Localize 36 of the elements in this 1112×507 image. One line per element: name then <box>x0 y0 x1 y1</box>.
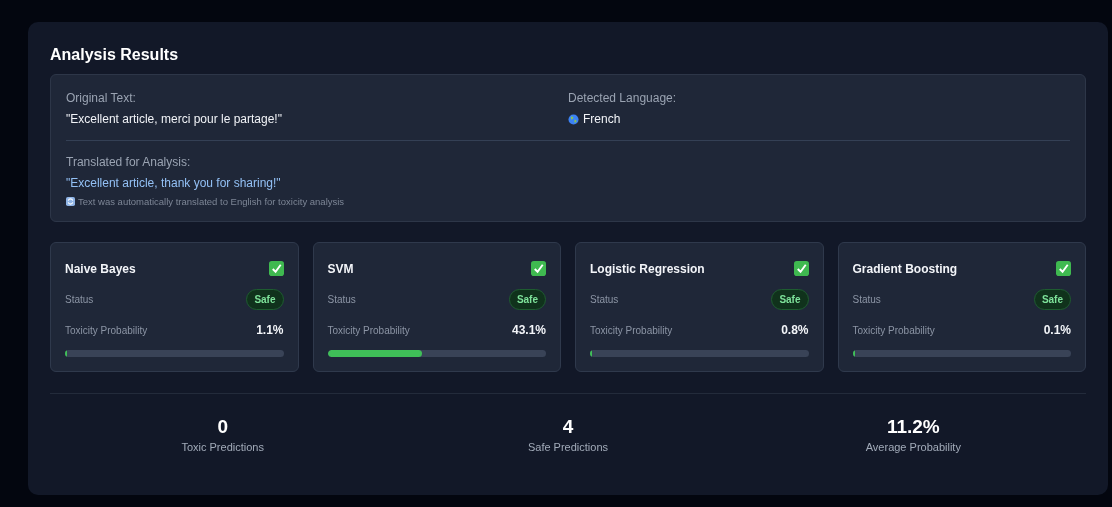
model-name: Gradient Boosting <box>852 261 958 276</box>
stat-value: 0 <box>216 416 229 438</box>
probability-label: Toxicity Probability <box>327 324 410 336</box>
probability-value: 0.1% <box>1043 323 1071 337</box>
field-label: Translated for Analysis: <box>66 155 192 169</box>
status-badge: Safe <box>508 289 546 310</box>
translation-note: Text was automatically translated to English for toxicity analysis <box>78 196 345 207</box>
stat-value: 11.2% <box>885 416 941 438</box>
translated-text: "Excellent article, thank you for sharing!" <box>66 176 282 190</box>
model-name: Logistic Regression <box>590 261 705 276</box>
probability-label: Toxicity Probability <box>590 324 673 336</box>
translate-icon <box>66 197 75 206</box>
section-title: Analysis Results <box>50 46 180 64</box>
stat-label: Average Probability <box>864 441 962 453</box>
model-name: Naive Bayes <box>65 261 136 276</box>
status-label: Status <box>65 294 94 305</box>
status-label: Status <box>327 294 356 305</box>
stat-label: Toxic Predictions <box>180 441 265 453</box>
probability-value: 0.8% <box>781 323 809 337</box>
stat-label: Safe Predictions <box>526 441 610 453</box>
probability-value: 43.1% <box>511 323 546 337</box>
status-label: Status <box>590 294 619 305</box>
status-badge: Safe <box>246 289 284 310</box>
language-name: French <box>583 112 621 126</box>
field-label: Detected Language: <box>568 91 678 105</box>
original-text: "Excellent article, merci pour le partage!" <box>66 112 283 126</box>
globe-icon <box>568 113 579 125</box>
status-badge: Safe <box>771 289 809 310</box>
status-badge: Safe <box>1033 289 1071 310</box>
probability-label: Toxicity Probability <box>852 324 935 336</box>
probability-value: 1.1% <box>256 323 284 337</box>
field-label: Original Text: <box>66 91 137 105</box>
status-label: Status <box>852 294 881 305</box>
stat-value: 4 <box>561 416 575 438</box>
model-name: SVM <box>327 261 354 276</box>
probability-label: Toxicity Probability <box>65 324 148 336</box>
